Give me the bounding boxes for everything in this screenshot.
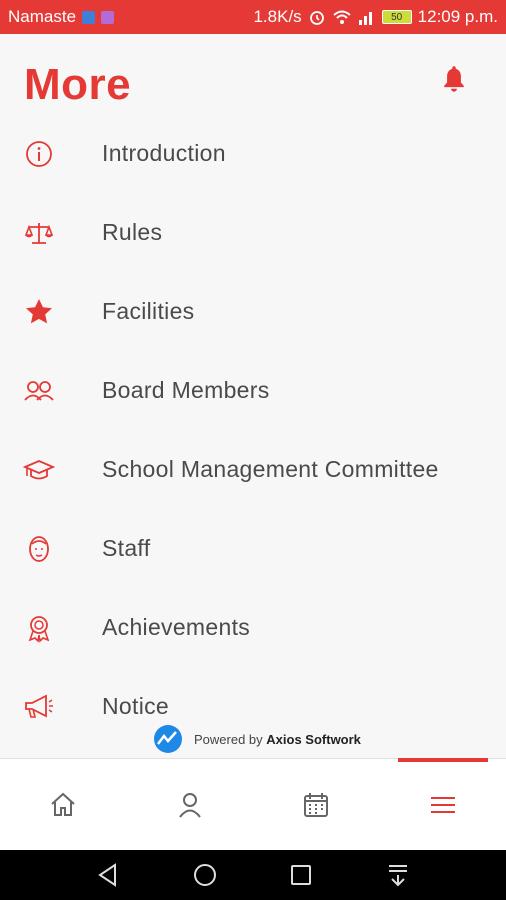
alarm-icon — [309, 11, 324, 25]
graduation-cap-icon — [23, 454, 55, 486]
people-icon — [23, 375, 55, 407]
home-icon — [51, 792, 75, 816]
menu-item-label: Staff — [102, 535, 151, 561]
menu-item-school-management-committee[interactable]: School Management Committee — [0, 430, 506, 509]
user-icon — [178, 792, 201, 818]
menu-item-introduction[interactable]: Introduction — [0, 114, 506, 193]
calendar-icon — [304, 792, 329, 817]
menu-item-label: Notice — [102, 693, 169, 719]
status-bar: Namaste 1.8K/s 50 12:09 p.m. — [0, 0, 506, 34]
powered-by: Powered by Axios Softwork — [150, 724, 361, 754]
powered-prefix: Powered by — [194, 731, 263, 747]
notification-icon — [82, 10, 96, 24]
menu-item-label: Facilities — [102, 298, 195, 324]
menu-item-label: Achievements — [102, 614, 251, 640]
tab-home[interactable] — [0, 759, 127, 850]
face-icon — [23, 533, 55, 565]
menu-item-label: Rules — [102, 219, 163, 245]
network-speed: 1.8K/s — [253, 7, 302, 26]
menu-item-facilities[interactable]: Facilities — [0, 272, 506, 351]
star-icon — [23, 296, 55, 328]
clock: 12:09 p.m. — [417, 7, 498, 26]
menu-item-label: Introduction — [102, 140, 226, 166]
page-header: More — [0, 34, 506, 124]
recents-icon[interactable] — [288, 862, 314, 888]
axios-logo-icon — [154, 725, 182, 753]
menu-icon — [430, 796, 455, 813]
menu-item-label: School Management Committee — [102, 456, 439, 482]
tab-profile[interactable] — [127, 759, 254, 850]
back-icon[interactable] — [95, 862, 121, 888]
bell-icon[interactable] — [440, 64, 468, 94]
scale-icon — [23, 217, 55, 249]
menu-item-staff[interactable]: Staff — [0, 509, 506, 588]
menu-item-rules[interactable]: Rules — [0, 193, 506, 272]
signal-icon — [358, 12, 372, 25]
menu-item-label: Board Members — [102, 377, 270, 403]
battery-icon: 50 — [381, 10, 412, 24]
home-nav-icon[interactable] — [192, 862, 218, 888]
megaphone-icon — [23, 691, 55, 723]
powered-brand: Axios Softwork — [266, 731, 361, 747]
award-icon — [23, 612, 55, 644]
tab-more[interactable] — [380, 758, 506, 850]
app-notification-icon — [101, 10, 115, 24]
carrier-name: Namaste — [8, 7, 77, 26]
menu-item-board-members[interactable]: Board Members — [0, 351, 506, 430]
bottom-tab-bar — [0, 758, 506, 850]
more-menu: Introduction Rules Facilities Board Memb… — [0, 114, 506, 746]
menu-item-achievements[interactable]: Achievements — [0, 588, 506, 667]
notifications-pull-icon[interactable] — [385, 862, 411, 888]
tab-calendar[interactable] — [253, 759, 380, 850]
wifi-icon — [333, 10, 351, 24]
page-title: More — [24, 60, 132, 109]
info-icon — [23, 138, 55, 170]
android-nav-bar — [0, 850, 506, 900]
